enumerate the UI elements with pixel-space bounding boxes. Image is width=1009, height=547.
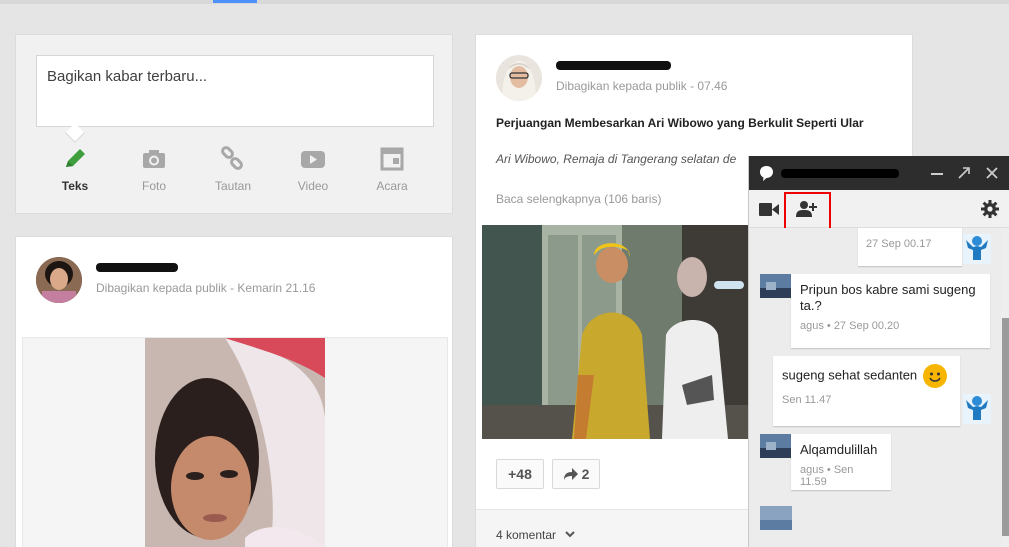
chat-messages: 27 Sep 00.17 Pripun bos kabre sami sugen…: [749, 228, 1001, 547]
camera-icon: [143, 150, 165, 168]
chevron-down-icon: [565, 531, 575, 538]
active-nav-indicator: [213, 0, 257, 3]
post-image[interactable]: [482, 225, 750, 439]
popout-icon[interactable]: [958, 167, 970, 179]
share-box: Bagikan kabar terbaru... Teks Foto Tauta…: [15, 34, 453, 214]
share-option-event[interactable]: Acara: [362, 145, 422, 193]
link-icon: [221, 146, 243, 170]
share-option-text[interactable]: Teks: [45, 145, 105, 193]
contact-avatar: [760, 274, 792, 298]
share-option-label: Video: [297, 179, 329, 193]
share-option-video[interactable]: Video: [283, 145, 343, 193]
message-time: agus • Sen 11.59: [800, 464, 854, 488]
author-avatar[interactable]: [36, 257, 82, 303]
message-text: Alqamdulillah: [800, 442, 878, 457]
chat-scrollbar[interactable]: [1001, 228, 1009, 547]
chat-bubble-icon: [760, 166, 773, 181]
share-option-label: Tautan: [214, 179, 252, 193]
message-text: Pripun bos kabre sami sugeng ta.?: [800, 282, 976, 313]
video-call-icon[interactable]: [759, 203, 779, 216]
video-icon: [301, 151, 325, 168]
contact-avatar: [760, 434, 792, 458]
share-option-label: Teks: [61, 179, 89, 193]
highlight-box: [784, 192, 831, 230]
message-time: agus • 27 Sep 00.20: [800, 320, 900, 332]
avatar-photo: [36, 257, 82, 303]
share-option-label: Foto: [141, 179, 166, 193]
post-title: Perjuangan Membesarkan Ari Wibowo yang B…: [496, 116, 864, 130]
message-time: Sen 11.47: [782, 394, 832, 406]
author-name-redacted[interactable]: [96, 263, 178, 272]
smile-emoji-icon: [923, 364, 948, 388]
message-text: sugeng sehat sedanten: [782, 364, 951, 388]
minimize-icon[interactable]: [931, 172, 943, 175]
share-option-link[interactable]: Tautan: [203, 145, 263, 193]
message-bubble: Pripun bos kabre sami sugeng ta.? agus •…: [791, 274, 990, 348]
share-count: 2: [581, 466, 590, 482]
post-card: Dibagikan kepada publik - Kemarin 21.16: [15, 236, 453, 547]
message-bubble: sugeng sehat sedanten Sen 11.47: [773, 356, 960, 426]
chat-contact-redacted: [781, 169, 899, 178]
share-option-label: Acara: [376, 179, 408, 193]
comments-count: 4 komentar: [496, 528, 557, 542]
pencil-icon: [66, 149, 85, 167]
message-text-content: sugeng sehat sedanten: [782, 367, 918, 383]
author-name-redacted[interactable]: [556, 61, 671, 70]
post-image-frame: [22, 337, 448, 547]
avatar-photo: [496, 55, 542, 101]
share-button[interactable]: 2: [552, 459, 600, 489]
post-image[interactable]: [145, 338, 325, 547]
contact-avatar: [760, 506, 792, 530]
share-input[interactable]: Bagikan kabar terbaru...: [36, 55, 434, 127]
message-time: 27 Sep 00.17: [866, 238, 932, 250]
plus-one-button[interactable]: +48: [496, 459, 544, 489]
chat-header[interactable]: [749, 156, 1009, 190]
post-meta: Dibagikan kepada publik - Kemarin 21.16: [96, 281, 316, 295]
share-option-photo[interactable]: Foto: [124, 145, 184, 193]
post-excerpt: Ari Wibowo, Remaja di Tangerang selatan …: [496, 152, 737, 166]
calendar-icon: [380, 147, 404, 171]
own-avatar-icon: [963, 234, 991, 264]
own-avatar-icon: [963, 394, 991, 424]
author-avatar[interactable]: [496, 55, 542, 101]
gear-icon[interactable]: [981, 200, 999, 218]
share-arrow-icon: [563, 468, 578, 480]
read-more-link[interactable]: Baca selengkapnya (106 baris): [496, 192, 661, 206]
chat-window: 27 Sep 00.17 Pripun bos kabre sami sugen…: [748, 156, 1009, 547]
message-bubble: Alqamdulillah agus • Sen 11.59: [791, 434, 891, 490]
close-icon[interactable]: [986, 167, 998, 179]
chat-scrollbar-thumb[interactable]: [1002, 318, 1009, 536]
top-bar: [0, 0, 1009, 4]
post-meta: Dibagikan kepada publik - 07.46: [556, 79, 728, 93]
plus-count: +48: [508, 466, 532, 482]
message-bubble: 27 Sep 00.17: [858, 228, 962, 266]
